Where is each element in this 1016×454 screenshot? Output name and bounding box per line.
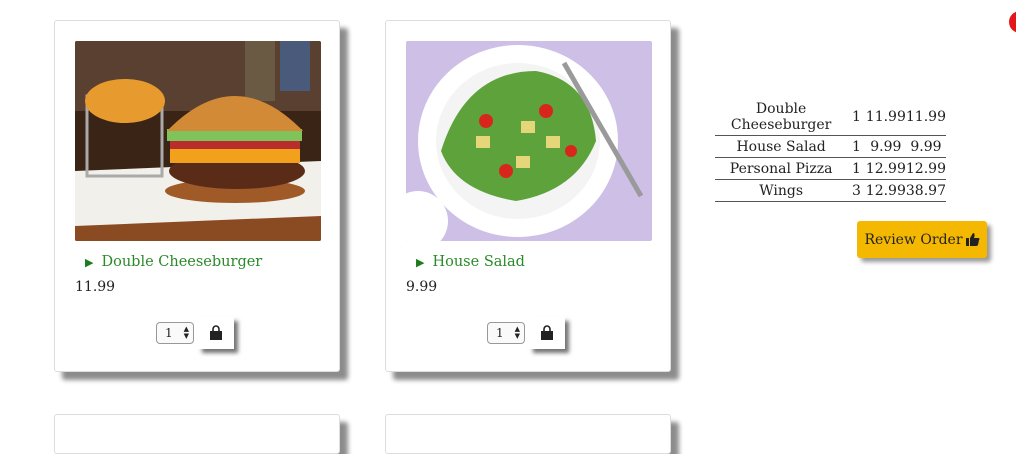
summary-qty: 1 <box>847 98 866 136</box>
product-card: ▶ Double Cheeseburger 11.99 1 ▲ ▼ <box>54 20 340 372</box>
product-name-link[interactable]: ▶ House Salad <box>416 254 525 270</box>
quantity-value: 1 <box>496 326 504 340</box>
product-card: ▶ House Salad 9.99 1 ▲ ▼ <box>385 20 671 372</box>
product-card <box>54 414 340 454</box>
table-row: Wings 3 12.99 38.97 <box>715 179 946 202</box>
summary-unit-price: 11.99 <box>865 98 906 136</box>
product-name: Double Cheeseburger <box>101 254 263 270</box>
table-row: Personal Pizza 1 12.99 12.99 <box>715 157 946 180</box>
stepper-arrows-icon[interactable]: ▲ ▼ <box>515 326 520 340</box>
summary-unit-price: 12.99 <box>865 179 906 202</box>
summary-item: House Salad <box>715 135 848 158</box>
summary-qty: 1 <box>847 135 866 158</box>
shopping-bag-icon <box>210 325 222 340</box>
order-summary-table: Double Cheeseburger 1 11.99 11.99 House … <box>715 98 946 202</box>
add-to-cart-button[interactable] <box>198 317 234 349</box>
notification-dot[interactable] <box>1009 11 1016 33</box>
caret-right-icon: ▶ <box>416 255 425 269</box>
product-price: 9.99 <box>406 279 438 295</box>
quantity-stepper[interactable]: 1 ▲ ▼ <box>487 322 525 344</box>
stepper-arrows-icon[interactable]: ▲ ▼ <box>184 326 189 340</box>
summary-line-total: 12.99 <box>905 157 946 180</box>
review-order-label: Review Order <box>864 231 963 248</box>
salad-photo <box>406 41 652 241</box>
quantity-stepper[interactable]: 1 ▲ ▼ <box>156 322 194 344</box>
summary-unit-price: 9.99 <box>865 135 906 158</box>
summary-line-total: 38.97 <box>905 179 946 202</box>
quantity-value: 1 <box>165 326 173 340</box>
cheeseburger-photo <box>75 41 321 241</box>
product-card <box>385 414 671 454</box>
summary-qty: 3 <box>847 179 866 202</box>
table-row: House Salad 1 9.99 9.99 <box>715 135 946 158</box>
product-price: 11.99 <box>75 279 116 295</box>
product-name: House Salad <box>432 254 525 270</box>
summary-item: Personal Pizza <box>715 157 848 180</box>
summary-item: Double Cheeseburger <box>715 98 848 136</box>
review-order-button[interactable]: Review Order <box>857 221 987 258</box>
product-name-link[interactable]: ▶ Double Cheeseburger <box>85 254 262 270</box>
thumbs-up-icon <box>965 233 980 246</box>
caret-right-icon: ▶ <box>85 255 94 269</box>
summary-qty: 1 <box>847 157 866 180</box>
summary-line-total: 9.99 <box>905 135 946 158</box>
shopping-bag-icon <box>541 325 553 340</box>
summary-unit-price: 12.99 <box>865 157 906 180</box>
summary-line-total: 11.99 <box>905 98 946 136</box>
table-row: Double Cheeseburger 1 11.99 11.99 <box>715 98 946 136</box>
summary-item: Wings <box>715 179 848 202</box>
add-to-cart-button[interactable] <box>529 317 565 349</box>
